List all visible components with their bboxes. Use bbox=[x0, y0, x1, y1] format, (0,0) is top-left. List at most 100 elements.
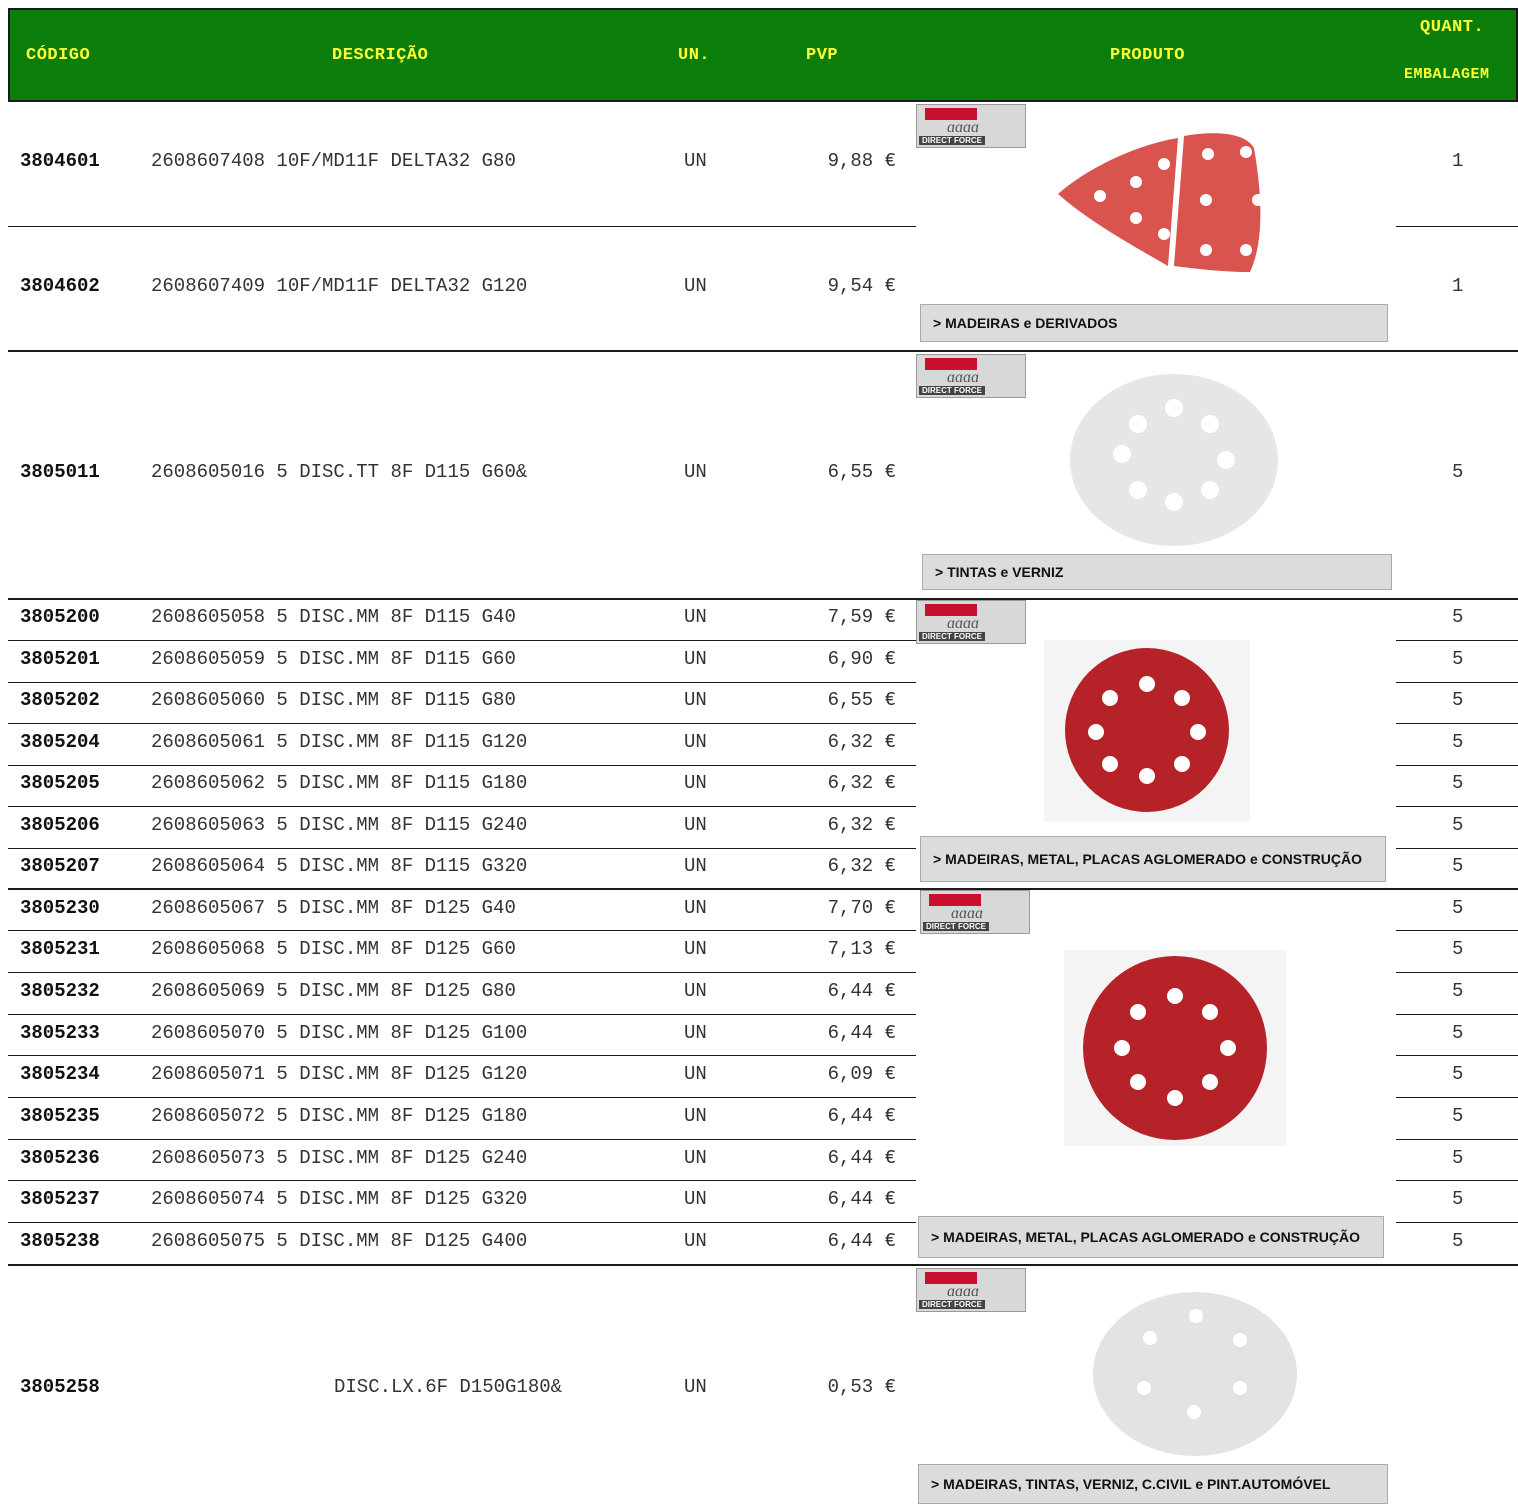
delta-sanding-sheet-image bbox=[1058, 133, 1264, 272]
group-divider bbox=[8, 350, 1518, 352]
product-description: 2608605069 5 DISC.MM 8F D125 G80 bbox=[151, 980, 516, 1002]
header-un: UN. bbox=[678, 46, 711, 65]
header-descricao: DESCRIÇÃO bbox=[332, 46, 429, 65]
product-unit: UN bbox=[684, 731, 707, 753]
table-header: CÓDIGO DESCRIÇÃO UN. PVP PRODUTO QUANT. … bbox=[8, 8, 1518, 102]
product-description: 2608605075 5 DISC.MM 8F D125 G400 bbox=[151, 1230, 528, 1252]
product-qty: 5 bbox=[1452, 814, 1464, 836]
product-qty: 5 bbox=[1452, 1063, 1464, 1085]
product-price: 6,55 € bbox=[827, 461, 896, 483]
product-description: 2608605061 5 DISC.MM 8F D115 G120 bbox=[151, 731, 528, 753]
product-price: 6,32 € bbox=[827, 814, 896, 836]
table-row: 3805231 2608605068 5 DISC.MM 8F D125 G60 U… bbox=[8, 938, 916, 964]
table-row: 3805234 2608605071 5 DISC.MM 8F D125 G120… bbox=[8, 1063, 916, 1089]
product-price: 6,44 € bbox=[827, 980, 896, 1002]
category-box: > MADEIRAS e DERIVADOS bbox=[920, 304, 1388, 342]
product-price: 6,44 € bbox=[827, 1230, 896, 1252]
product-description: 2608605070 5 DISC.MM 8F D125 G100 bbox=[151, 1022, 528, 1044]
row-divider bbox=[8, 1222, 916, 1223]
table-row: 3805235 2608605072 5 DISC.MM 8F D125 G180… bbox=[8, 1105, 916, 1131]
product-price: 6,90 € bbox=[827, 648, 896, 670]
product-price: 6,44 € bbox=[827, 1105, 896, 1127]
header-pvp: PVP bbox=[806, 46, 839, 65]
product-code: 3805230 bbox=[20, 897, 100, 919]
product-unit: UN bbox=[684, 1376, 707, 1398]
row-divider bbox=[1396, 640, 1518, 641]
brand-logo: ɑɑɑɑ DIRECT FORCE bbox=[920, 890, 1030, 934]
header-produto: PRODUTO bbox=[1110, 46, 1185, 65]
product-description: 2608605073 5 DISC.MM 8F D125 G240 bbox=[151, 1147, 528, 1169]
product-code: 3805207 bbox=[20, 855, 100, 877]
header-quant: QUANT. bbox=[1420, 18, 1485, 37]
table-row: 3804601 2608607408 10F/MD11F DELTA32 G80 U… bbox=[8, 150, 916, 176]
product-code: 3805236 bbox=[20, 1147, 100, 1169]
product-unit: UN bbox=[684, 1063, 707, 1085]
row-divider bbox=[8, 226, 916, 227]
product-qty: 5 bbox=[1452, 897, 1464, 919]
product-code: 3805205 bbox=[20, 772, 100, 794]
table-row: 3805232 2608605069 5 DISC.MM 8F D125 G80 U… bbox=[8, 980, 916, 1006]
product-description: 2608605063 5 DISC.MM 8F D115 G240 bbox=[151, 814, 528, 836]
product-code: 3805206 bbox=[20, 814, 100, 836]
product-unit: UN bbox=[684, 814, 707, 836]
table-row: 3804602 2608607409 10F/MD11F DELTA32 G120… bbox=[8, 275, 916, 301]
table-row: 3805011 2608605016 5 DISC.TT 8F D115 G60&… bbox=[8, 461, 916, 487]
product-description: 2608607408 10F/MD11F DELTA32 G80 bbox=[151, 150, 516, 172]
product-description: 2608605062 5 DISC.MM 8F D115 G180 bbox=[151, 772, 528, 794]
product-description: 2608607409 10F/MD11F DELTA32 G120 bbox=[151, 275, 528, 297]
product-unit: UN bbox=[684, 275, 707, 297]
product-price: 6,44 € bbox=[827, 1147, 896, 1169]
product-unit: UN bbox=[684, 1105, 707, 1127]
table-row: 3805230 2608605067 5 DISC.MM 8F D125 G40 U… bbox=[8, 897, 916, 923]
product-unit: UN bbox=[684, 461, 707, 483]
product-unit: UN bbox=[684, 897, 707, 919]
product-price: 6,32 € bbox=[827, 772, 896, 794]
category-box: > MADEIRAS, METAL, PLACAS AGLOMERADO e C… bbox=[918, 1216, 1384, 1258]
product-qty: 1 bbox=[1452, 150, 1464, 172]
product-description: 2608605060 5 DISC.MM 8F D115 G80 bbox=[151, 689, 516, 711]
row-divider bbox=[8, 1055, 916, 1056]
row-divider bbox=[8, 640, 916, 641]
table-row: 3805202 2608605060 5 DISC.MM 8F D115 G80 U… bbox=[8, 689, 916, 715]
row-divider bbox=[1396, 226, 1518, 227]
product-price: 7,13 € bbox=[827, 938, 896, 960]
product-unit: UN bbox=[684, 772, 707, 794]
row-divider bbox=[1396, 1222, 1518, 1223]
row-divider bbox=[1396, 765, 1518, 766]
row-divider bbox=[8, 1180, 916, 1181]
product-unit: UN bbox=[684, 1022, 707, 1044]
product-code: 3805237 bbox=[20, 1188, 100, 1210]
table-row: 3805236 2608605073 5 DISC.MM 8F D125 G240… bbox=[8, 1147, 916, 1173]
row-divider bbox=[1396, 682, 1518, 683]
group-divider bbox=[8, 1264, 1518, 1266]
product-qty: 5 bbox=[1452, 772, 1464, 794]
product-price: 6,55 € bbox=[827, 689, 896, 711]
table-row: 3805201 2608605059 5 DISC.MM 8F D115 G60 U… bbox=[8, 648, 916, 674]
product-unit: UN bbox=[684, 938, 707, 960]
row-divider bbox=[8, 1014, 916, 1015]
table-row: 3805237 2608605074 5 DISC.MM 8F D125 G320… bbox=[8, 1188, 916, 1214]
product-code: 3805011 bbox=[20, 461, 100, 483]
product-code: 3805235 bbox=[20, 1105, 100, 1127]
product-code: 3805204 bbox=[20, 731, 100, 753]
product-unit: UN bbox=[684, 1188, 707, 1210]
row-divider bbox=[1396, 723, 1518, 724]
product-qty: 5 bbox=[1452, 461, 1464, 483]
product-description: 2608605071 5 DISC.MM 8F D125 G120 bbox=[151, 1063, 528, 1085]
product-code: 3805238 bbox=[20, 1230, 100, 1252]
row-divider bbox=[1396, 1180, 1518, 1181]
table-row: 3805204 2608605061 5 DISC.MM 8F D115 G120… bbox=[8, 731, 916, 757]
product-unit: UN bbox=[684, 648, 707, 670]
row-divider bbox=[1396, 930, 1518, 931]
product-unit: UN bbox=[684, 150, 707, 172]
table-row: 3805258 DISC.LX.6F D150G180& UN 0,53 € bbox=[8, 1376, 916, 1402]
product-description: 2608605074 5 DISC.MM 8F D125 G320 bbox=[151, 1188, 528, 1210]
product-code: 3805234 bbox=[20, 1063, 100, 1085]
row-divider bbox=[8, 1139, 916, 1140]
row-divider bbox=[1396, 1139, 1518, 1140]
product-qty: 5 bbox=[1452, 606, 1464, 628]
product-qty: 5 bbox=[1452, 648, 1464, 670]
product-price: 0,53 € bbox=[827, 1376, 896, 1398]
product-description: 2608605067 5 DISC.MM 8F D125 G40 bbox=[151, 897, 516, 919]
product-price: 7,70 € bbox=[827, 897, 896, 919]
